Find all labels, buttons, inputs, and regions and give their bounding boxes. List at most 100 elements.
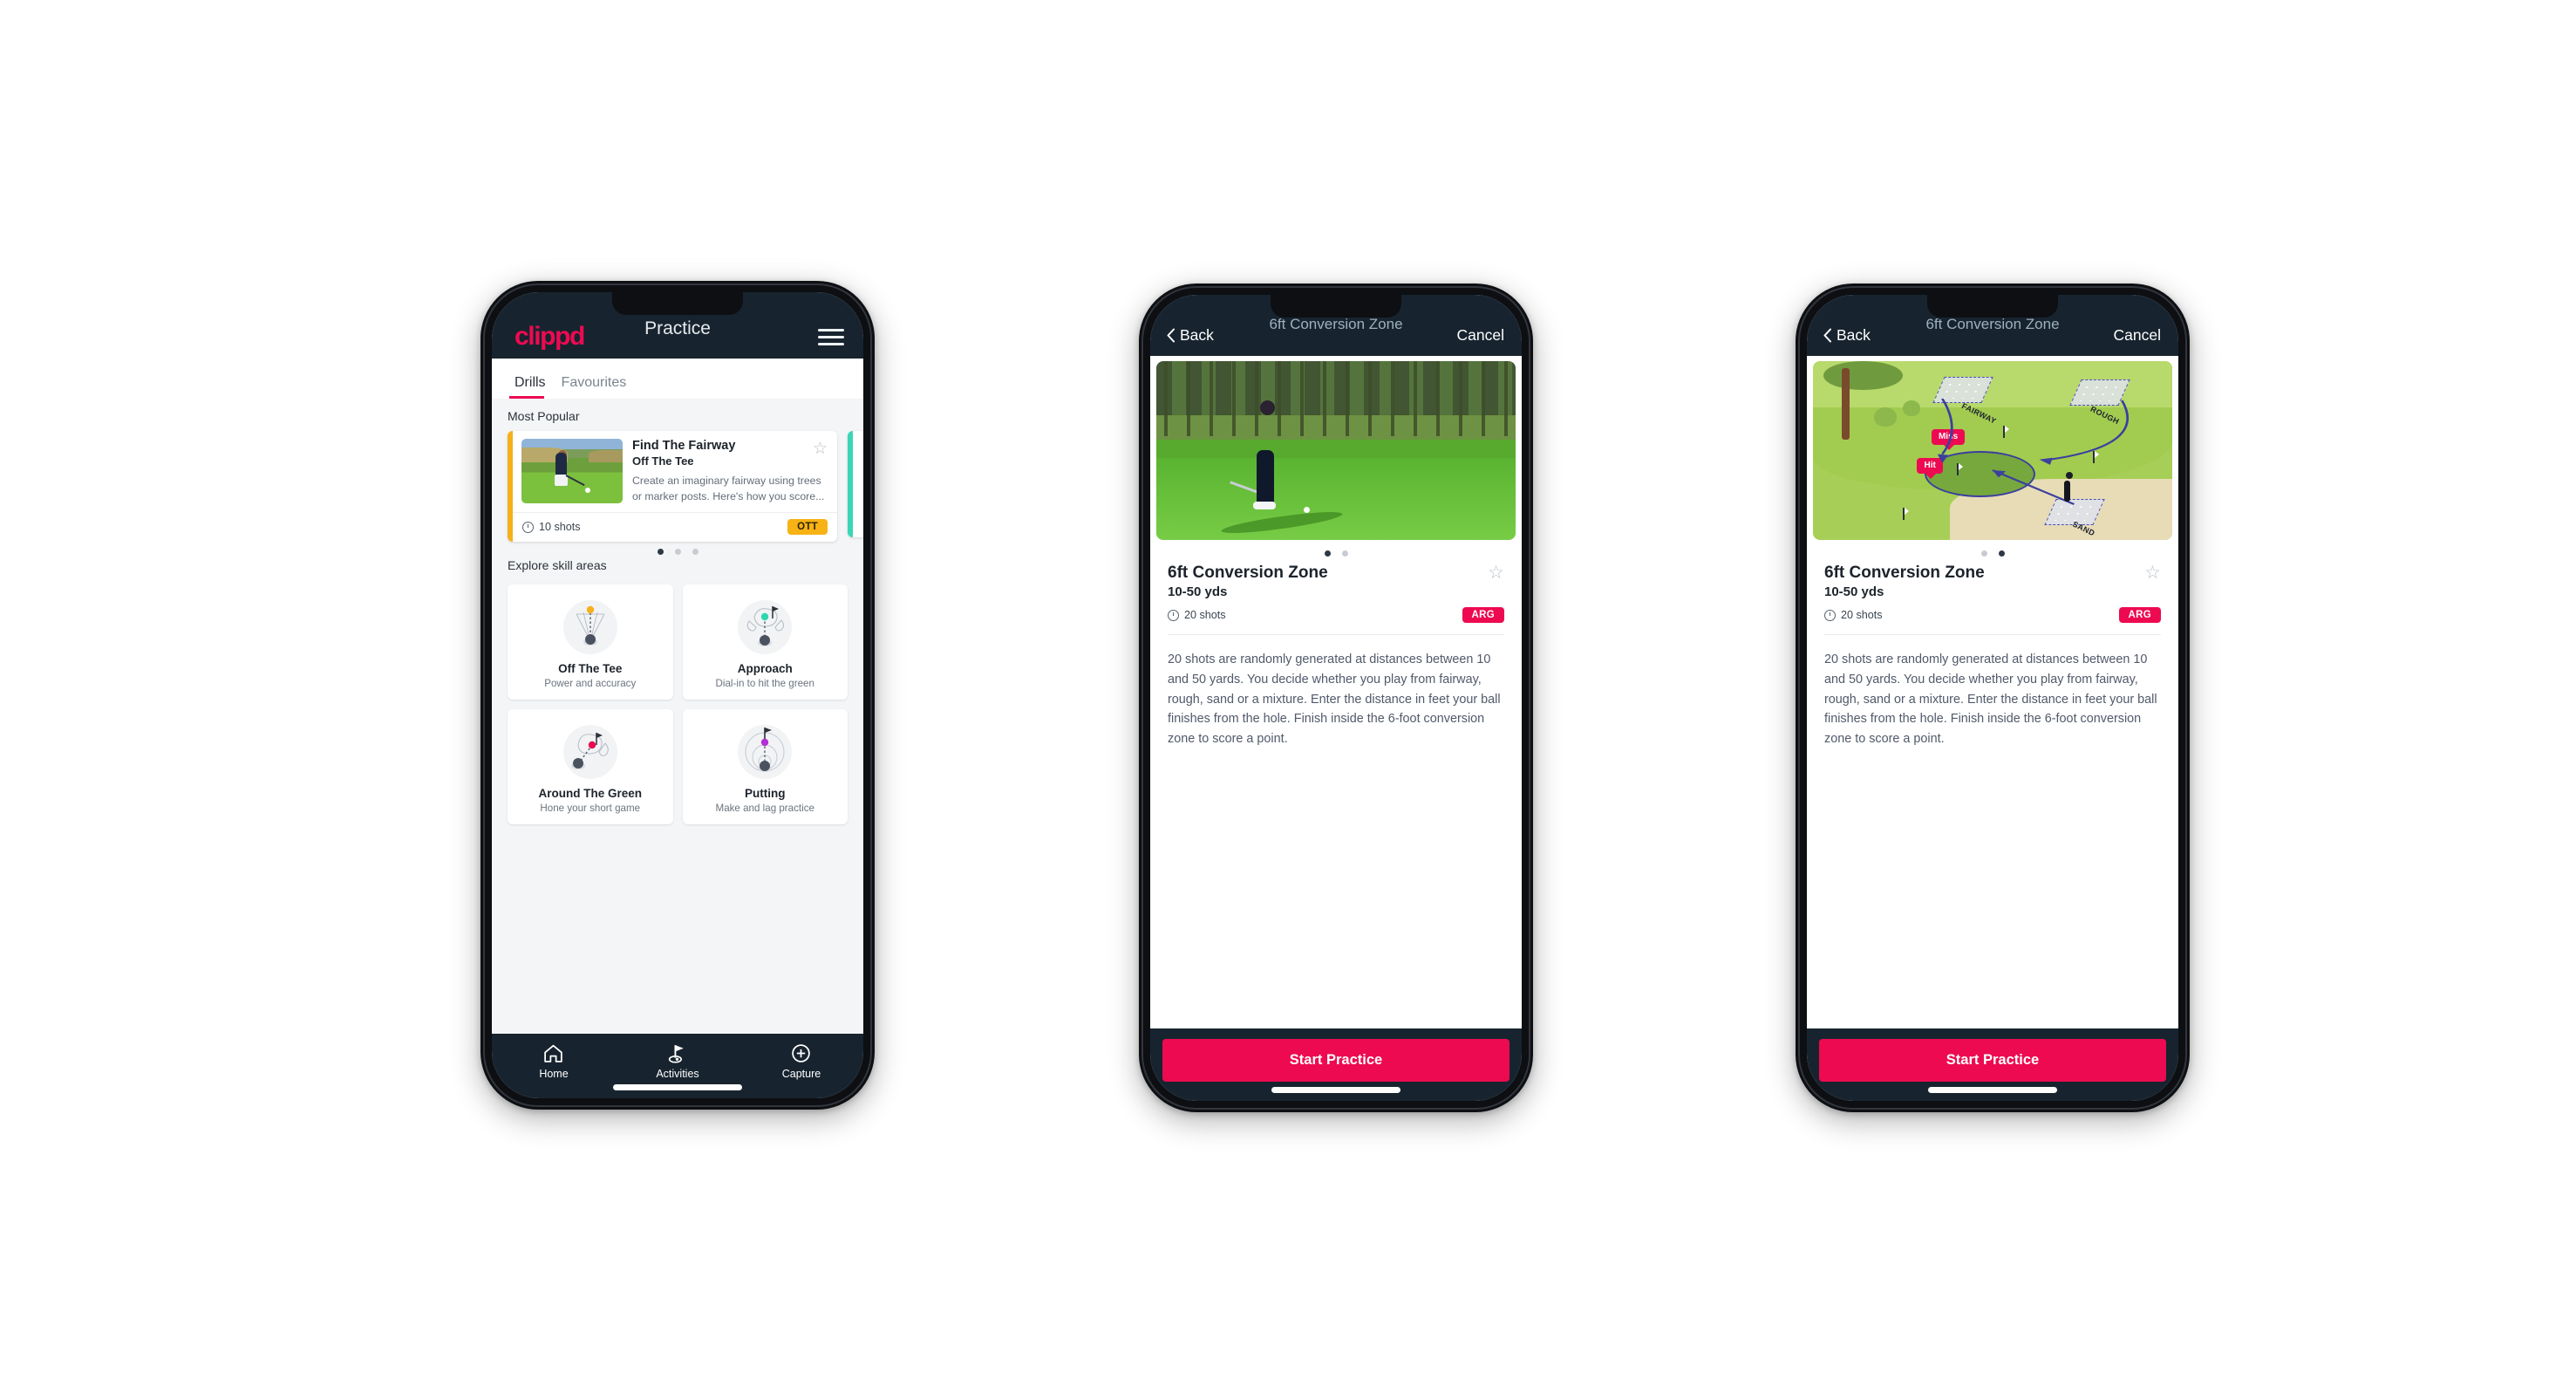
golf-flag-icon bbox=[669, 1045, 685, 1063]
skill-desc: Power and accuracy bbox=[544, 678, 637, 689]
drill-description: 20 shots are randomly generated at dista… bbox=[1150, 635, 1522, 749]
media-dot[interactable] bbox=[1998, 550, 2005, 557]
carousel-dot[interactable] bbox=[692, 549, 699, 555]
skill-name: Putting bbox=[745, 787, 786, 800]
carousel-dot[interactable] bbox=[674, 549, 681, 555]
drill-yardage: 10-50 yds bbox=[1168, 584, 1228, 599]
screenshot-canvas: clippd Practice Drills Favourites Most P… bbox=[0, 0, 2576, 1387]
course-diagram: FAIRWAY ROUGH SAND Miss Hit bbox=[1813, 361, 2172, 540]
skill-name: Around The Green bbox=[538, 787, 642, 800]
shots-count: 20 shots bbox=[1168, 609, 1226, 621]
skill-card-putting[interactable]: Putting Make and lag practice bbox=[682, 709, 848, 824]
drill-name: Find The Fairway bbox=[632, 439, 736, 453]
clock-icon bbox=[522, 521, 534, 533]
drill-yardage: 10-50 yds bbox=[1824, 584, 1884, 599]
screen-drill-detail: Back 6ft Conversion Zone Cancel ☆ 6ft Co… bbox=[1150, 295, 1522, 1101]
detail-body: ☆ 6ft Conversion Zone 10-50 yds 20 shots… bbox=[1150, 356, 1522, 1028]
plus-circle-icon bbox=[792, 1044, 811, 1062]
back-label: Back bbox=[1180, 325, 1214, 344]
cancel-button[interactable]: Cancel bbox=[2114, 326, 2161, 345]
device-notch bbox=[612, 292, 743, 315]
phone-drill-detail-photo: Back 6ft Conversion Zone Cancel ☆ 6ft Co… bbox=[1139, 284, 1533, 1112]
drill-media-illustration[interactable]: FAIRWAY ROUGH SAND Miss Hit bbox=[1813, 361, 2172, 540]
star-outline-icon[interactable]: ☆ bbox=[813, 441, 828, 457]
start-practice-button[interactable]: Start Practice bbox=[1819, 1039, 2166, 1082]
home-indicator bbox=[1271, 1087, 1400, 1093]
back-button[interactable]: Back bbox=[1166, 326, 1214, 345]
shots-label: 20 shots bbox=[1184, 609, 1226, 621]
tab-favourites[interactable]: Favourites bbox=[556, 375, 637, 399]
device-notch bbox=[1271, 295, 1401, 318]
skill-desc: Hone your short game bbox=[540, 803, 641, 814]
status-badge: ARG bbox=[1462, 607, 1504, 623]
cancel-button[interactable]: Cancel bbox=[1457, 326, 1504, 345]
screen-practice: clippd Practice Drills Favourites Most P… bbox=[492, 292, 863, 1098]
media-dot[interactable] bbox=[1324, 550, 1331, 557]
practice-content: Most Popular Find The Fairway Off The Te… bbox=[492, 399, 863, 1034]
tab-bar: Drills Favourites bbox=[492, 359, 863, 399]
drill-title: 6ft Conversion Zone bbox=[1168, 564, 1328, 582]
start-practice-button[interactable]: Start Practice bbox=[1162, 1039, 1509, 1082]
home-indicator bbox=[613, 1084, 742, 1090]
drill-media-photo[interactable] bbox=[1156, 361, 1516, 540]
nav-label: Activities bbox=[656, 1068, 699, 1080]
off-the-tee-icon bbox=[513, 596, 668, 657]
drill-card-top: Find The Fairway Off The Tee Create an i… bbox=[513, 431, 837, 512]
media-dot[interactable] bbox=[1980, 550, 1987, 557]
drill-card-info: Find The Fairway Off The Tee Create an i… bbox=[632, 439, 828, 505]
drill-card[interactable]: Find The Fairway Off The Tee Create an i… bbox=[508, 431, 837, 543]
status-badge: ARG bbox=[2118, 607, 2161, 623]
drill-skill: Off The Tee bbox=[632, 454, 694, 468]
hamburger-menu-icon[interactable] bbox=[818, 328, 844, 345]
skill-areas-label: Explore skill areas bbox=[508, 558, 607, 572]
skill-name: Off The Tee bbox=[558, 662, 623, 675]
skill-card-approach[interactable]: Approach Dial-in to hit the green bbox=[682, 584, 848, 700]
home-icon bbox=[544, 1044, 563, 1062]
drill-title: 6ft Conversion Zone bbox=[1824, 564, 1985, 582]
carousel-dot[interactable] bbox=[657, 549, 664, 555]
chevron-left-icon bbox=[1823, 328, 1831, 342]
drill-description: 20 shots are randomly generated at dista… bbox=[1807, 635, 2178, 749]
drill-card-next[interactable] bbox=[848, 431, 863, 537]
media-dots[interactable] bbox=[1807, 540, 2178, 564]
nav-item-home[interactable]: Home bbox=[493, 1043, 616, 1080]
golfer-figure bbox=[2064, 481, 2071, 502]
nav-label: Capture bbox=[781, 1068, 821, 1080]
drill-thumbnail bbox=[521, 439, 623, 503]
golfer-photo bbox=[1156, 361, 1516, 540]
drill-card-footer: 10 shots OTT bbox=[513, 512, 837, 542]
clippd-logo[interactable]: clippd bbox=[515, 324, 585, 350]
chevron-left-icon bbox=[1167, 328, 1175, 342]
skill-areas-grid: Off The Tee Power and accuracy Approach … bbox=[492, 580, 863, 824]
nav-item-capture[interactable]: Capture bbox=[740, 1043, 863, 1080]
media-dots[interactable] bbox=[1150, 540, 1522, 564]
shots-label: 10 shots bbox=[539, 521, 581, 534]
home-indicator bbox=[1928, 1087, 2057, 1093]
drill-meta: ☆ 6ft Conversion Zone 10-50 yds 20 shots… bbox=[1150, 564, 1522, 635]
star-outline-icon[interactable]: ☆ bbox=[1488, 564, 1504, 582]
putting-icon bbox=[688, 721, 843, 782]
device-notch bbox=[1927, 295, 2058, 318]
most-popular-label: Most Popular bbox=[508, 409, 580, 423]
nav-item-activities[interactable]: Activities bbox=[617, 1043, 739, 1080]
nav-label: Home bbox=[539, 1068, 569, 1080]
tab-drills[interactable]: Drills bbox=[509, 375, 556, 399]
skill-desc: Make and lag practice bbox=[715, 803, 814, 814]
drill-meta-row: 20 shots ARG bbox=[1168, 607, 1504, 635]
around-the-green-icon bbox=[513, 721, 668, 782]
back-button[interactable]: Back bbox=[1823, 326, 1871, 345]
skill-desc: Dial-in to hit the green bbox=[715, 678, 814, 689]
drill-meta: ☆ 6ft Conversion Zone 10-50 yds 20 shots… bbox=[1807, 564, 2178, 635]
status-badge: OTT bbox=[787, 519, 828, 536]
media-dot[interactable] bbox=[1341, 550, 1348, 557]
back-label: Back bbox=[1837, 325, 1871, 344]
skill-card-off-the-tee[interactable]: Off The Tee Power and accuracy bbox=[508, 584, 673, 700]
detail-body: FAIRWAY ROUGH SAND Miss Hit ☆ 6ft Conver… bbox=[1807, 356, 2178, 1028]
shots-count: 20 shots bbox=[1824, 609, 1883, 621]
approach-icon bbox=[688, 596, 843, 657]
skill-card-around-the-green[interactable]: Around The Green Hone your short game bbox=[508, 709, 673, 824]
star-outline-icon[interactable]: ☆ bbox=[2144, 564, 2161, 582]
drill-carousel[interactable]: Find The Fairway Off The Tee Create an i… bbox=[492, 431, 863, 543]
clock-icon bbox=[1168, 609, 1179, 621]
clock-icon bbox=[1824, 609, 1836, 621]
